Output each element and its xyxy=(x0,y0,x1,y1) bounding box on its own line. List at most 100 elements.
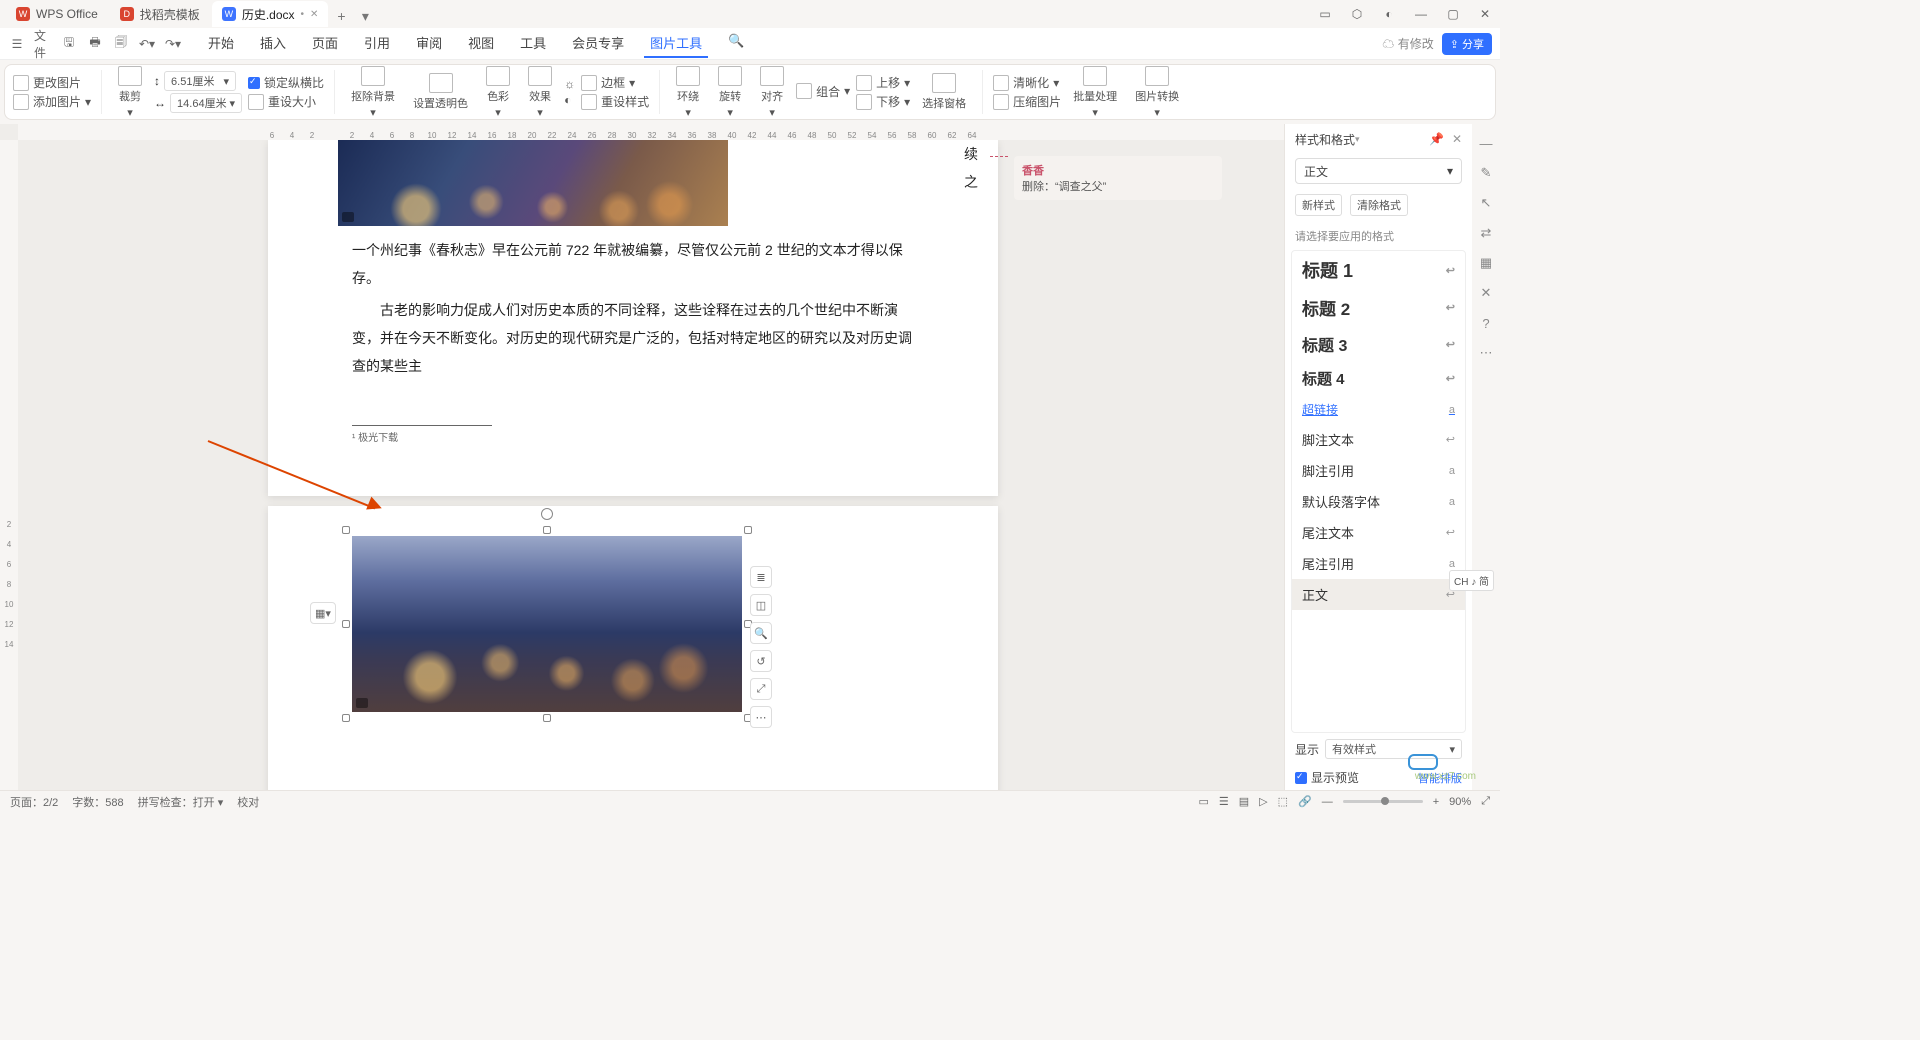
style-item[interactable]: 默认段落字体a xyxy=(1292,486,1465,517)
brightness-button[interactable]: ☼ xyxy=(564,77,575,91)
tab-view[interactable]: 视图 xyxy=(462,29,500,58)
zoom-slider[interactable] xyxy=(1343,800,1423,803)
layout-icon[interactable]: ▭ xyxy=(1316,5,1334,23)
zoom-value[interactable]: 90% xyxy=(1449,796,1471,808)
contrast-button[interactable]: ◐ xyxy=(564,93,575,107)
reset-size-button[interactable]: 重设大小 xyxy=(248,93,324,110)
cursor-icon[interactable]: ↖ xyxy=(1477,194,1495,212)
close-tab-icon[interactable]: ✕ xyxy=(310,9,318,20)
change-picture-button[interactable]: 更改图片 xyxy=(13,74,91,91)
file-menu[interactable]: 文件 xyxy=(34,35,52,53)
reading-view-icon[interactable]: ▭ xyxy=(1198,795,1208,808)
sharpen-button[interactable]: 清晰化 ▾ xyxy=(993,74,1061,91)
ime-indicator[interactable]: CH ♪ 简 xyxy=(1449,570,1494,591)
selection-pane-button[interactable]: 选择窗格 xyxy=(916,71,972,113)
tab-menu-button[interactable]: ▾ xyxy=(354,5,376,27)
print-icon[interactable]: 🖶 xyxy=(86,35,104,53)
inline-image-1[interactable] xyxy=(338,140,728,226)
page-2[interactable]: ▦▾ ≣ ◫ 🔍 ↺ ⤢ ⋯ xyxy=(268,506,998,790)
zoom-floating-icon[interactable]: 🔍 xyxy=(750,622,772,644)
add-picture-button[interactable]: 添加图片 ▾ xyxy=(13,93,91,110)
show-filter-select[interactable]: 有效样式▾ xyxy=(1325,739,1462,759)
search-icon[interactable]: 🔍 xyxy=(722,29,750,58)
tab-templates[interactable]: D找稻壳模板 xyxy=(110,1,210,27)
close-button[interactable]: ✕ xyxy=(1476,5,1494,23)
new-tab-button[interactable]: + xyxy=(330,5,352,27)
effect-button[interactable]: 效果▾ xyxy=(522,64,558,121)
maximize-button[interactable]: ▢ xyxy=(1444,5,1462,23)
crop-button[interactable]: 裁剪▾ xyxy=(112,64,148,121)
spellcheck-status[interactable]: 拼写检查：打开 ▾ xyxy=(138,794,224,810)
style-item[interactable]: 标题 3↩ xyxy=(1292,326,1465,362)
resize-handle[interactable] xyxy=(342,714,350,722)
compress-pic-button[interactable]: 压缩图片 xyxy=(993,93,1061,110)
batch-button[interactable]: 批量处理▾ xyxy=(1067,64,1123,121)
selected-image[interactable]: ▦▾ ≣ ◫ 🔍 ↺ ⤢ ⋯ xyxy=(352,536,742,712)
resize-handle[interactable] xyxy=(543,714,551,722)
print-preview-icon[interactable]: 🗐 xyxy=(112,35,130,53)
redo-icon[interactable]: ↷▾ xyxy=(164,35,182,53)
style-item[interactable]: 尾注文本↩ xyxy=(1292,517,1465,548)
resize-handle[interactable] xyxy=(543,526,551,534)
resize-handle[interactable] xyxy=(342,526,350,534)
crop-floating-icon[interactable]: ◫ xyxy=(750,594,772,616)
tab-member[interactable]: 会员专享 xyxy=(566,29,630,58)
rotate-button[interactable]: 旋转▾ xyxy=(712,64,748,121)
rotate-handle-icon[interactable] xyxy=(541,508,553,520)
cloud-status[interactable]: ☁ 有修改 xyxy=(1382,35,1433,52)
fit-floating-icon[interactable]: ⤢ xyxy=(750,678,772,700)
link-view-icon[interactable]: 🔗 xyxy=(1298,795,1312,808)
style-item[interactable]: 脚注引用a xyxy=(1292,455,1465,486)
collapse-icon[interactable]: — xyxy=(1477,134,1495,152)
web-view-icon[interactable]: ▷ xyxy=(1259,795,1267,808)
menu-icon[interactable]: ☰ xyxy=(8,35,26,53)
cube-icon[interactable]: ⬡ xyxy=(1348,5,1366,23)
page-indicator[interactable]: 页面：2/2 xyxy=(10,794,58,810)
adjust-icon[interactable]: ⇄ xyxy=(1477,224,1495,242)
pin-icon[interactable]: 📌 xyxy=(1429,132,1444,146)
page-1[interactable]: 续 之 一个州纪事《春秋志》早在公元前 722 年就被编纂，尽管仅公元前 2 世… xyxy=(268,140,998,496)
close-panel-icon[interactable]: ✕ xyxy=(1452,132,1462,146)
border-button[interactable]: 边框 ▾ xyxy=(581,74,649,91)
save-icon[interactable]: 🖫 xyxy=(60,35,78,53)
revision-comment[interactable]: 香香 删除：“调查之父” xyxy=(1014,156,1222,200)
share-button[interactable]: ⇪ 分享 xyxy=(1442,33,1492,55)
send-backward-button[interactable]: 下移 ▾ xyxy=(856,93,910,110)
print-view-icon[interactable]: ☰ xyxy=(1219,795,1229,808)
word-count[interactable]: 字数：588 xyxy=(72,794,123,810)
tab-start[interactable]: 开始 xyxy=(202,29,240,58)
outline-view-icon[interactable]: ▤ xyxy=(1239,795,1249,808)
zoom-out-button[interactable]: — xyxy=(1322,796,1333,808)
wrap-button[interactable]: 环绕▾ xyxy=(670,64,706,121)
lock-aspect-checkbox[interactable]: 锁定纵横比 xyxy=(248,74,324,91)
remove-bg-button[interactable]: 抠除背景▾ xyxy=(345,64,401,121)
tools-icon[interactable]: ✕ xyxy=(1477,284,1495,302)
zoom-in-button[interactable]: + xyxy=(1433,796,1439,808)
wrap-text-icon[interactable]: ≣ xyxy=(750,566,772,588)
style-item[interactable]: 尾注引用a xyxy=(1292,548,1465,579)
more-icon[interactable]: ⋯ xyxy=(1477,344,1495,362)
current-style-select[interactable]: 正文▾ xyxy=(1295,158,1462,184)
style-item[interactable]: 标题 2↩ xyxy=(1292,289,1465,326)
help-icon[interactable]: ? xyxy=(1477,314,1495,332)
style-item[interactable]: 超链接a xyxy=(1292,395,1465,424)
style-item[interactable]: 正文↩ xyxy=(1292,579,1465,610)
align-button[interactable]: 对齐▾ xyxy=(754,64,790,121)
tab-tools[interactable]: 工具 xyxy=(514,29,552,58)
resize-handle[interactable] xyxy=(744,526,752,534)
group-button[interactable]: 组合 ▾ xyxy=(796,83,850,100)
clear-format-button[interactable]: 清除格式 xyxy=(1350,194,1408,216)
color-button[interactable]: 色彩▾ xyxy=(480,64,516,121)
more-floating-icon[interactable]: ⋯ xyxy=(750,706,772,728)
tab-wps-office[interactable]: WWPS Office xyxy=(6,1,108,27)
tab-picture-tools[interactable]: 图片工具 xyxy=(644,29,708,58)
convert-button[interactable]: 图片转换▾ xyxy=(1129,64,1185,121)
proofing-status[interactable]: 校对 xyxy=(237,794,259,810)
focus-view-icon[interactable]: ⬚ xyxy=(1278,795,1288,808)
resize-handle[interactable] xyxy=(342,620,350,628)
height-input[interactable]: 6.51厘米▾ xyxy=(164,71,236,91)
bring-forward-button[interactable]: 上移 ▾ xyxy=(856,74,910,91)
style-item[interactable]: 标题 1↩ xyxy=(1292,251,1465,289)
pencil-icon[interactable]: ✎ xyxy=(1477,164,1495,182)
tab-review[interactable]: 审阅 xyxy=(410,29,448,58)
